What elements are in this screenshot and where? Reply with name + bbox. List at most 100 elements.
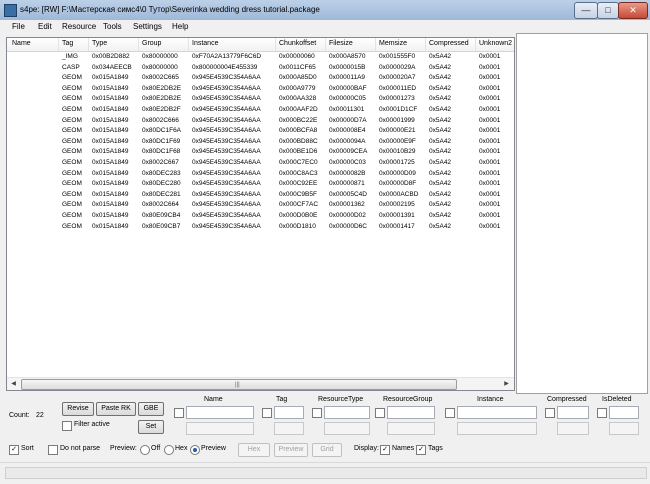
tags-checkbox[interactable]: ✓ (416, 445, 426, 455)
col-compressed[interactable]: Compressed (429, 40, 469, 47)
minimize-button[interactable]: — (574, 2, 598, 19)
cell-compressed: 0x5A42 (429, 74, 452, 82)
col-memsize[interactable]: Memsize (379, 40, 407, 47)
sort-checkbox[interactable]: ✓ (9, 445, 19, 455)
sort-label: Sort (21, 445, 34, 452)
table-row[interactable]: GEOM 0x015A1849 0x80E2DB2F 0x945E4539C354A6… (7, 106, 514, 117)
cell-filesize: 0x00000D7A (329, 116, 367, 124)
table-row[interactable]: GEOM 0x015A1849 0x80DC1F6A 0x945E4539C354A6… (7, 127, 514, 138)
gbe-button[interactable]: GBE (138, 402, 164, 416)
grid-button[interactable]: Grid (312, 443, 342, 457)
table-row[interactable]: GEOM 0x015A1849 0x8002C667 0x945E4539C354A6… (7, 159, 514, 170)
cell-chunkoffset: 0x000BC22E (279, 116, 318, 124)
col-separator[interactable] (138, 38, 139, 51)
tags-label: Tags (428, 445, 443, 452)
table-row[interactable]: GEOM 0x015A1849 0x80DC1F68 0x945E4539C354A6… (7, 148, 514, 159)
horizontal-scrollbar[interactable]: ◀ ||| ▶ (7, 377, 514, 390)
filter-resourcetype-input[interactable] (324, 406, 370, 419)
col-separator[interactable] (425, 38, 426, 51)
table-row[interactable]: GEOM 0x015A1849 0x80DEC283 0x945E4539C354A6… (7, 170, 514, 181)
table-row[interactable]: GEOM 0x015A1849 0x8002C666 0x945E4539C354A6… (7, 117, 514, 128)
col-group[interactable]: Group (142, 40, 161, 47)
scroll-left-icon[interactable]: ◀ (8, 379, 19, 389)
hex-button[interactable]: Hex (238, 443, 270, 457)
filter-resourcetype-checkbox[interactable] (312, 408, 322, 418)
menu-tools[interactable]: Tools (103, 22, 122, 31)
cell-type: 0x015A1849 (92, 190, 129, 198)
filter-resourcetype-value (324, 422, 370, 435)
menu-resource[interactable]: Resource (62, 22, 96, 31)
cell-unknown2: 0x0001 (479, 106, 501, 113)
table-row[interactable]: GEOM 0x015A1849 0x80DC1F69 0x945E4539C354A6… (7, 138, 514, 149)
menu-edit[interactable]: Edit (38, 22, 52, 31)
filter-active-checkbox[interactable] (62, 421, 72, 431)
names-checkbox[interactable]: ✓ (380, 445, 390, 455)
col-separator[interactable] (58, 38, 59, 51)
table-row[interactable]: GEOM 0x015A1849 0x80DEC280 0x945E4539C354A6… (7, 180, 514, 191)
col-separator[interactable] (325, 38, 326, 51)
preview-preview-radio[interactable] (190, 445, 200, 455)
col-instance[interactable]: Instance (192, 40, 218, 47)
paste-rk-button[interactable]: Paste RK (96, 402, 136, 416)
preview-hex-radio[interactable] (164, 445, 174, 455)
cell-chunkoffset: 0x0011CF65 (279, 63, 316, 71)
preview-preview-label: Preview (201, 445, 226, 452)
set-button[interactable]: Set (138, 420, 164, 434)
filter-resourcegroup-checkbox[interactable] (375, 408, 385, 418)
cell-compressed: 0x5A42 (429, 116, 452, 124)
col-separator[interactable] (475, 38, 476, 51)
cell-group: 0x80DEC281 (142, 190, 181, 198)
menu-file[interactable]: File (12, 22, 25, 31)
table-row[interactable]: CASP 0x034AEECB 0x80000000 0x800000004E4553… (7, 64, 514, 75)
table-row[interactable]: GEOM 0x015A1849 0x80E09CB4 0x945E4539C354A6… (7, 212, 514, 223)
close-button[interactable]: ✕ (618, 2, 648, 19)
filter-header-resourcegroup: ResourceGroup (383, 396, 433, 403)
resource-list[interactable]: Name Tag Type Group Instance Chunkoffset… (6, 37, 515, 391)
cell-type: 0x015A1849 (92, 127, 129, 135)
filter-instance-checkbox[interactable] (445, 408, 455, 418)
filter-name-input[interactable] (186, 406, 254, 419)
menu-help[interactable]: Help (172, 22, 188, 31)
cell-type: 0x015A1849 (92, 137, 129, 145)
table-row[interactable]: GEOM 0x015A1849 0x80E2DB2E 0x945E4539C354A6… (7, 85, 514, 96)
cell-memsize: 0x000011ED (379, 84, 417, 92)
col-separator[interactable] (88, 38, 89, 51)
col-separator[interactable] (375, 38, 376, 51)
filter-compressed-input[interactable] (557, 406, 589, 419)
revise-button[interactable]: Revise (62, 402, 94, 416)
table-row[interactable]: GEOM 0x015A1849 0x80E09CB7 0x945E4539C354A6… (7, 223, 514, 234)
table-row[interactable]: GEOM 0x015A1849 0x80E2DB2E 0x945E4539C354A6… (7, 95, 514, 106)
col-filesize[interactable]: Filesize (329, 40, 353, 47)
do-not-parse-label: Do not parse (60, 445, 101, 452)
col-name[interactable]: Name (12, 40, 31, 47)
filter-resourcegroup-input[interactable] (387, 406, 435, 419)
filter-isdeleted-checkbox[interactable] (597, 408, 607, 418)
do-not-parse-checkbox[interactable] (48, 445, 58, 455)
table-row[interactable]: _IMG 0x00B2D882 0x80000000 0xF70A2A13779F6C… (7, 53, 514, 64)
filter-name-checkbox[interactable] (174, 408, 184, 418)
cell-filesize: 0x000A8570 (329, 53, 366, 60)
preview-off-radio[interactable] (140, 445, 150, 455)
display-label: Display: (354, 445, 379, 452)
menu-settings[interactable]: Settings (133, 22, 162, 31)
filter-instance-input[interactable] (457, 406, 537, 419)
col-type[interactable]: Type (92, 40, 107, 47)
filter-tag-checkbox[interactable] (262, 408, 272, 418)
col-separator[interactable] (188, 38, 189, 51)
scroll-thumb[interactable]: ||| (21, 379, 457, 390)
table-row[interactable]: GEOM 0x015A1849 0x8002C665 0x945E4539C354A6… (7, 74, 514, 85)
filter-tag-input[interactable] (274, 406, 304, 419)
maximize-button[interactable]: □ (597, 2, 619, 19)
col-unknown2[interactable]: Unknown2 (479, 40, 512, 47)
filter-isdeleted-input[interactable] (609, 406, 639, 419)
col-chunkoffset[interactable]: Chunkoffset (279, 40, 316, 47)
filter-compressed-checkbox[interactable] (545, 408, 555, 418)
scroll-right-icon[interactable]: ▶ (501, 379, 512, 389)
col-separator[interactable] (275, 38, 276, 51)
col-tag[interactable]: Tag (62, 40, 73, 47)
cell-unknown2: 0x0001 (479, 159, 501, 166)
table-row[interactable]: GEOM 0x015A1849 0x8002C664 0x945E4539C354A6… (7, 201, 514, 212)
table-row[interactable]: GEOM 0x015A1849 0x80DEC281 0x945E4539C354A6… (7, 191, 514, 202)
cell-unknown2: 0x0001 (479, 116, 501, 124)
preview-button[interactable]: Preview (274, 443, 308, 457)
